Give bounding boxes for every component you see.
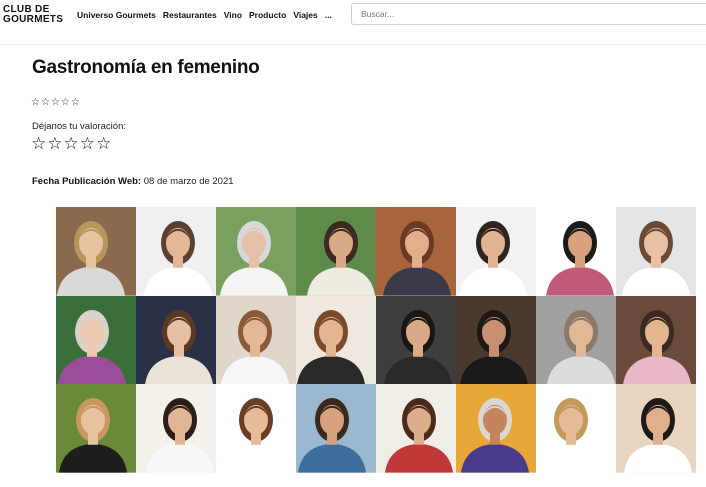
portrait-tile: [136, 295, 216, 385]
publication-date-value: 08 de marzo de 2021: [143, 176, 234, 187]
header-divider: [0, 44, 706, 45]
portrait-tile: [216, 384, 296, 473]
portrait-tile: [296, 295, 376, 385]
nav-more[interactable]: ...: [325, 10, 332, 20]
portrait-tile: [136, 207, 216, 296]
portrait-tile: [456, 384, 536, 473]
rating-star-icon: ☆: [40, 97, 50, 108]
portrait-tile: [376, 295, 456, 385]
average-rating: ☆ ☆ ☆ ☆ ☆: [31, 98, 80, 108]
rating-star-icon: ☆: [31, 97, 40, 108]
publication-date: Fecha Publicación Web: 08 de marzo de 20…: [32, 176, 234, 187]
rate-star-4-icon[interactable]: ☆: [80, 135, 95, 153]
portrait-tile: [616, 384, 696, 473]
rate-star-3-icon[interactable]: ☆: [64, 135, 79, 153]
rate-star-5-icon[interactable]: ☆: [96, 135, 111, 153]
portrait-tile: [56, 295, 136, 385]
main-nav: Universo Gourmets Restaurantes Vino Prod…: [77, 10, 332, 20]
portrait-tile: [136, 384, 216, 473]
publication-date-label: Fecha Publicación Web:: [32, 176, 142, 187]
nav-producto[interactable]: Producto: [249, 10, 286, 20]
portrait-tile: [296, 207, 376, 296]
portrait-tile: [56, 207, 136, 296]
search-input[interactable]: [351, 3, 706, 25]
rate-star-1-icon[interactable]: ☆: [31, 135, 46, 153]
site-logo[interactable]: CLUB DE GOURMETS: [3, 5, 69, 25]
nav-viajes[interactable]: Viajes: [293, 10, 317, 20]
portrait-tile: [376, 207, 456, 296]
portrait-tile: [536, 207, 616, 296]
nav-vino[interactable]: Vino: [224, 10, 242, 20]
rating-star-icon: ☆: [60, 97, 70, 108]
portrait-tile: [536, 384, 616, 473]
rate-label: Déjanos tu valoración:: [32, 121, 126, 132]
portrait-tile: [376, 384, 456, 473]
portrait-tile: [216, 295, 296, 385]
nav-universo-gourmets[interactable]: Universo Gourmets: [77, 10, 156, 20]
portrait-tile: [296, 384, 376, 473]
portrait-tile: [616, 295, 696, 385]
portrait-tile: [216, 207, 296, 296]
portrait-tile: [456, 295, 536, 385]
rating-star-icon: ☆: [50, 97, 60, 108]
portrait-tile: [536, 295, 616, 385]
nav-restaurantes[interactable]: Restaurantes: [163, 10, 217, 20]
portrait-tile: [616, 207, 696, 296]
user-rating-input: ☆ ☆ ☆ ☆ ☆: [31, 135, 111, 153]
article-title: Gastronomía en femenino: [32, 57, 260, 78]
rate-star-2-icon[interactable]: ☆: [47, 135, 62, 153]
portrait-collage-image: [56, 207, 696, 473]
portrait-tile: [456, 207, 536, 296]
portrait-tile: [56, 384, 136, 473]
logo-line-2: GOURMETS: [3, 14, 64, 25]
rating-star-icon: ☆: [70, 97, 80, 108]
